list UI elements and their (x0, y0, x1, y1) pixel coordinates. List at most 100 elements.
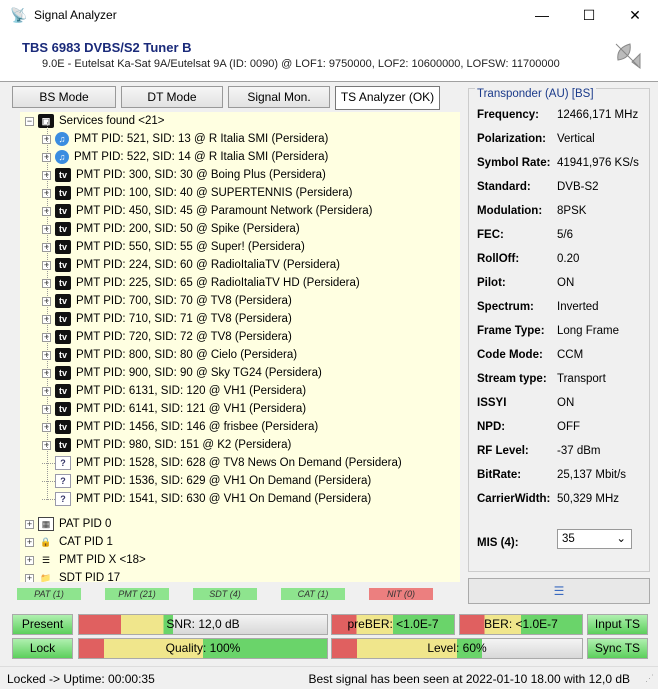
app-icon: 📡 (10, 7, 28, 23)
tv-icon: tv (55, 168, 71, 182)
service-item[interactable]: + tv PMT PID: 980, SID: 151 @ K2 (Persider… (42, 436, 291, 454)
list-view-button[interactable]: ☰ (468, 578, 650, 604)
service-label: PMT PID: 300, SID: 30 @ Boing Plus (Pers… (76, 169, 326, 181)
param-value: Long Frame (557, 325, 620, 337)
quality-label: Quality: 100% (165, 641, 241, 655)
chevron-down-icon: ⌄ (616, 533, 626, 545)
tv-icon: tv (55, 384, 71, 398)
satellite-dish-icon (615, 43, 641, 69)
lock-indicator: Lock (12, 638, 73, 659)
minimize-button[interactable]: — (519, 0, 565, 30)
mis-select[interactable]: 35 ⌄ (557, 529, 632, 549)
table-item[interactable]: + ☰ PMT PID X <18> (25, 551, 146, 569)
service-item[interactable]: + tv PMT PID: 720, SID: 72 @ TV8 (Persider… (42, 328, 292, 346)
service-label: PMT PID: 6141, SID: 121 @ VH1 (Persidera… (76, 403, 307, 415)
service-item[interactable]: + tv PMT PID: 550, SID: 55 @ Super! (Persi… (42, 238, 305, 256)
tv-folder-icon: ▣ (38, 114, 54, 128)
tree-root-services[interactable]: − ▣ Services found <21> (25, 112, 165, 130)
uptime-status: Locked -> Uptime: 00:00:35 (7, 672, 155, 686)
ber-label: BER: <1.0E-7 (484, 617, 558, 631)
service-label: PMT PID: 1536, SID: 629 @ VH1 On Demand … (76, 475, 372, 487)
service-label: PMT PID: 980, SID: 151 @ K2 (Persidera) (76, 439, 292, 451)
close-button[interactable]: ✕ (612, 0, 658, 30)
service-item[interactable]: + tv PMT PID: 100, SID: 40 @ SUPERTENNIS (… (42, 184, 352, 202)
param-label: FEC: (477, 229, 504, 241)
service-label: PMT PID: 900, SID: 90 @ Sky TG24 (Persid… (76, 367, 322, 379)
service-label: PMT PID: 700, SID: 70 @ TV8 (Persidera) (76, 295, 292, 307)
table-item[interactable]: + 🔒 CAT PID 1 (25, 533, 113, 551)
expand-icon[interactable]: + (25, 537, 34, 547)
service-item[interactable]: + tv PMT PID: 700, SID: 70 @ TV8 (Persider… (42, 292, 292, 310)
tree-line (47, 122, 48, 500)
maximize-button[interactable]: ☐ (566, 0, 612, 30)
level-meter: Level: 60% (331, 638, 583, 659)
tree-root-label: Services found <21> (59, 115, 165, 127)
tv-icon: tv (55, 312, 71, 326)
param-value: DVB-S2 (557, 181, 599, 193)
table-item[interactable]: + 📁 SDT PID 17 (25, 569, 120, 582)
param-label: RF Level: (477, 445, 529, 457)
tab-dt-mode[interactable]: DT Mode (121, 86, 223, 108)
service-item[interactable]: ? PMT PID: 1536, SID: 629 @ VH1 On Demand… (42, 472, 371, 490)
service-item[interactable]: ? PMT PID: 1541, SID: 630 @ VH1 On Demand… (42, 490, 371, 508)
tab-bs-mode[interactable]: BS Mode (12, 86, 116, 108)
service-item[interactable]: ? PMT PID: 1528, SID: 628 @ TV8 News On D… (42, 454, 402, 472)
title-bar: 📡 Signal Analyzer — ☐ ✕ (0, 0, 658, 30)
status-bar: Locked -> Uptime: 00:00:35 Best signal h… (0, 666, 658, 689)
expand-icon[interactable]: + (25, 555, 34, 565)
service-item[interactable]: + tv PMT PID: 800, SID: 80 @ Cielo (Persid… (42, 346, 297, 364)
param-value: Inverted (557, 301, 599, 313)
tab-signal-mon[interactable]: Signal Mon. (228, 86, 330, 108)
param-label: Code Mode: (477, 349, 543, 361)
service-item[interactable]: + tv PMT PID: 225, SID: 65 @ RadioItaliaTV… (42, 274, 360, 292)
service-item[interactable]: + ♫ PMT PID: 522, SID: 14 @ R Italia SMI (… (42, 148, 328, 166)
ber-meter: BER: <1.0E-7 (459, 614, 583, 635)
param-label: CarrierWidth: (477, 493, 551, 505)
service-item[interactable]: + tv PMT PID: 450, SID: 45 @ Paramount Net… (42, 202, 373, 220)
service-label: PMT PID: 522, SID: 14 @ R Italia SMI (Pe… (74, 151, 329, 163)
param-value: 12466,171 MHz (557, 109, 639, 121)
expand-icon[interactable]: + (25, 519, 34, 529)
pmt-indicator: PMT (21) (105, 588, 169, 600)
service-item[interactable]: + tv PMT PID: 6141, SID: 121 @ VH1 (Persid… (42, 400, 306, 418)
param-value: 0.20 (557, 253, 580, 265)
transponder-panel: Transponder (AU) [BS] MIS (4): 35 ⌄ Freq… (468, 88, 650, 572)
param-value: ON (557, 277, 575, 289)
tv-icon: tv (55, 330, 71, 344)
unknown-service-icon: ? (55, 456, 71, 470)
mis-value: 35 (562, 533, 575, 545)
param-label: Polarization: (477, 133, 547, 145)
expand-icon[interactable]: + (25, 573, 34, 582)
services-tree[interactable]: − ▣ Services found <21> + ♫ PMT PID: 521, … (20, 112, 460, 582)
service-item[interactable]: + tv PMT PID: 6131, SID: 120 @ VH1 (Persid… (42, 382, 306, 400)
pat-indicator: PAT (1) (17, 588, 81, 600)
tab-ts-analyzer[interactable]: TS Analyzer (OK) (335, 86, 440, 110)
table-label: PMT PID X <18> (59, 554, 146, 566)
radio-icon: ♫ (55, 150, 69, 164)
service-item[interactable]: + tv PMT PID: 200, SID: 50 @ Spike (Persid… (42, 220, 300, 238)
param-label: BitRate: (477, 469, 522, 481)
service-item[interactable]: + tv PMT PID: 224, SID: 60 @ RadioItaliaTV… (42, 256, 340, 274)
tv-icon: tv (55, 438, 71, 452)
service-item[interactable]: + tv PMT PID: 710, SID: 71 @ TV8 (Persider… (42, 310, 292, 328)
param-label: Pilot: (477, 277, 506, 289)
service-label: PMT PID: 225, SID: 65 @ RadioItaliaTV HD… (76, 277, 360, 289)
list-icon: ☰ (553, 584, 565, 598)
table-item[interactable]: + ▦ PAT PID 0 (25, 515, 111, 533)
tv-icon: tv (55, 276, 71, 290)
service-item[interactable]: + tv PMT PID: 900, SID: 90 @ Sky TG24 (Per… (42, 364, 322, 382)
param-label: Standard: (477, 181, 531, 193)
param-label: Spectrum: (477, 301, 534, 313)
service-label: PMT PID: 521, SID: 13 @ R Italia SMI (Pe… (74, 133, 329, 145)
service-item[interactable]: + ♫ PMT PID: 521, SID: 13 @ R Italia SMI (… (42, 130, 328, 148)
service-item[interactable]: + tv PMT PID: 300, SID: 30 @ Boing Plus (P… (42, 166, 326, 184)
param-label: NPD: (477, 421, 506, 433)
collapse-icon[interactable]: − (25, 116, 34, 126)
tv-icon: tv (55, 366, 71, 380)
resize-grip-icon[interactable]: ⋰ (645, 673, 654, 684)
tree-connector (42, 462, 55, 464)
tuner-title: TBS 6983 DVBS/S2 Tuner B (22, 40, 192, 55)
window-title: Signal Analyzer (34, 8, 117, 22)
service-item[interactable]: + tv PMT PID: 1456, SID: 146 @ frisbee (Pe… (42, 418, 318, 436)
preber-meter: preBER: <1.0E-7 (331, 614, 455, 635)
